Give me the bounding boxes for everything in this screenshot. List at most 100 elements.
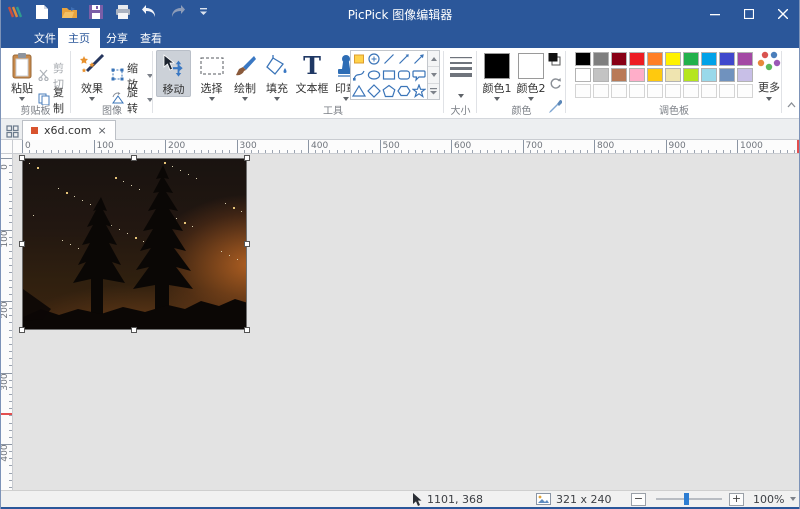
zoom-level-item[interactable]: 100% — [753, 491, 797, 507]
palette-swatch[interactable] — [737, 84, 753, 98]
palette-swatch[interactable] — [683, 84, 699, 98]
fill-dropdown-arrow[interactable] — [274, 97, 280, 101]
palette-swatch[interactable] — [575, 84, 591, 98]
palette-swatch[interactable] — [629, 68, 645, 82]
shape-hexagon[interactable] — [397, 83, 412, 99]
tab-close-icon[interactable]: × — [97, 125, 106, 136]
selection-handle-ne[interactable] — [244, 155, 250, 161]
line-size-dropdown-arrow[interactable] — [457, 94, 464, 98]
fill-tool-button[interactable]: 填充 — [262, 50, 292, 101]
palette-swatch[interactable] — [719, 52, 735, 66]
gallery-scroll-down-button[interactable] — [428, 67, 439, 84]
palette-swatch[interactable] — [683, 68, 699, 82]
palette-swatch[interactable] — [701, 84, 717, 98]
color2-dropdown-arrow[interactable] — [528, 97, 534, 101]
shape-highlight-rect[interactable] — [351, 51, 366, 67]
select-tool-button[interactable]: 选择 — [195, 50, 228, 101]
open-file-button[interactable] — [60, 3, 78, 21]
zoom-slider-handle[interactable] — [684, 493, 689, 505]
palette-swatch[interactable] — [665, 84, 681, 98]
shape-line[interactable] — [381, 51, 396, 67]
tab-home[interactable]: 主页 — [58, 28, 100, 48]
shape-diamond[interactable] — [366, 83, 381, 99]
palette-swatch[interactable] — [593, 52, 609, 66]
customize-qat-button[interactable] — [195, 3, 213, 21]
print-button[interactable] — [114, 3, 132, 21]
undo-button[interactable] — [141, 3, 159, 21]
selection-handle-sw[interactable] — [19, 327, 25, 333]
shape-magnifier[interactable] — [366, 51, 381, 67]
zoom-out-button[interactable]: − — [631, 491, 646, 507]
palette-swatch[interactable] — [701, 68, 717, 82]
shape-triangle[interactable] — [351, 83, 366, 99]
textbox-tool-button[interactable]: T 文本框 — [294, 50, 330, 96]
palette-swatch[interactable] — [575, 68, 591, 82]
palette-swatch[interactable] — [611, 68, 627, 82]
draw-tool-button[interactable]: 绘制 — [230, 50, 260, 101]
effects-button[interactable]: 效果 — [75, 50, 109, 101]
shape-ellipse[interactable] — [366, 67, 381, 83]
more-colors-button[interactable]: 更多 — [756, 50, 782, 101]
shape-star[interactable] — [412, 83, 427, 99]
document-tab[interactable]: x6d.com × — [22, 120, 116, 140]
collapse-ribbon-button[interactable] — [787, 100, 796, 111]
draw-dropdown-arrow[interactable] — [242, 97, 248, 101]
palette-swatch[interactable] — [737, 68, 753, 82]
selection-handle-s[interactable] — [131, 327, 137, 333]
photo-image[interactable] — [22, 158, 247, 330]
close-button[interactable] — [766, 0, 800, 28]
canvas[interactable] — [14, 154, 800, 490]
zoom-dropdown-arrow[interactable] — [790, 497, 797, 501]
selection-handle-n[interactable] — [131, 155, 137, 161]
shape-arrow-line[interactable] — [397, 51, 412, 67]
paste-button[interactable]: 粘贴 — [6, 50, 38, 101]
shape-curve[interactable] — [351, 67, 366, 83]
selection-handle-se[interactable] — [244, 327, 250, 333]
gallery-scroll-up-button[interactable] — [428, 51, 439, 68]
gallery-more-button[interactable] — [428, 84, 439, 99]
shape-speech-bubble[interactable] — [412, 67, 427, 83]
zoom-slider-track[interactable] — [656, 498, 722, 500]
palette-swatch[interactable] — [683, 52, 699, 66]
more-colors-dropdown-arrow[interactable] — [766, 97, 772, 101]
palette-swatch[interactable] — [575, 52, 591, 66]
tab-view[interactable]: 查看 — [130, 28, 172, 48]
palette-swatch[interactable] — [701, 52, 717, 66]
stamp-dropdown-arrow[interactable] — [343, 97, 349, 101]
palette-swatch[interactable] — [593, 84, 609, 98]
shape-arrow-line-2[interactable] — [412, 51, 427, 67]
move-tool-button[interactable]: 移动 — [156, 50, 191, 97]
maximize-button[interactable] — [732, 0, 766, 28]
palette-swatch[interactable] — [647, 84, 663, 98]
palette-swatch[interactable] — [665, 52, 681, 66]
selection-handle-w[interactable] — [19, 241, 25, 247]
redo-button[interactable] — [168, 3, 186, 21]
line-size-button[interactable] — [447, 50, 474, 98]
save-button[interactable] — [87, 3, 105, 21]
zoom-in-button[interactable]: + — [729, 491, 744, 507]
selection-handle-nw[interactable] — [19, 155, 25, 161]
paste-dropdown-arrow[interactable] — [19, 97, 25, 101]
palette-swatch[interactable] — [593, 68, 609, 82]
palette-swatch[interactable] — [719, 68, 735, 82]
shape-rectangle[interactable] — [381, 67, 396, 83]
shape-pentagon[interactable] — [381, 83, 396, 99]
select-dropdown-arrow[interactable] — [208, 97, 215, 101]
palette-swatch[interactable] — [629, 84, 645, 98]
palette-swatch[interactable] — [611, 84, 627, 98]
color1-dropdown-arrow[interactable] — [494, 97, 500, 101]
swap-colors-button[interactable] — [548, 51, 562, 70]
selection-handle-e[interactable] — [244, 241, 250, 247]
palette-swatch[interactable] — [719, 84, 735, 98]
new-file-button[interactable] — [33, 3, 51, 21]
reset-colors-button[interactable] — [549, 75, 562, 94]
minimize-button[interactable] — [698, 0, 732, 28]
color2-button[interactable]: 颜色2 — [515, 50, 547, 101]
palette-swatch[interactable] — [665, 68, 681, 82]
palette-swatch[interactable] — [737, 52, 753, 66]
palette-swatch[interactable] — [647, 52, 663, 66]
palette-swatch[interactable] — [629, 52, 645, 66]
shape-rounded-rectangle[interactable] — [397, 67, 412, 83]
palette-swatch[interactable] — [611, 52, 627, 66]
color1-button[interactable]: 颜色1 — [481, 50, 513, 101]
